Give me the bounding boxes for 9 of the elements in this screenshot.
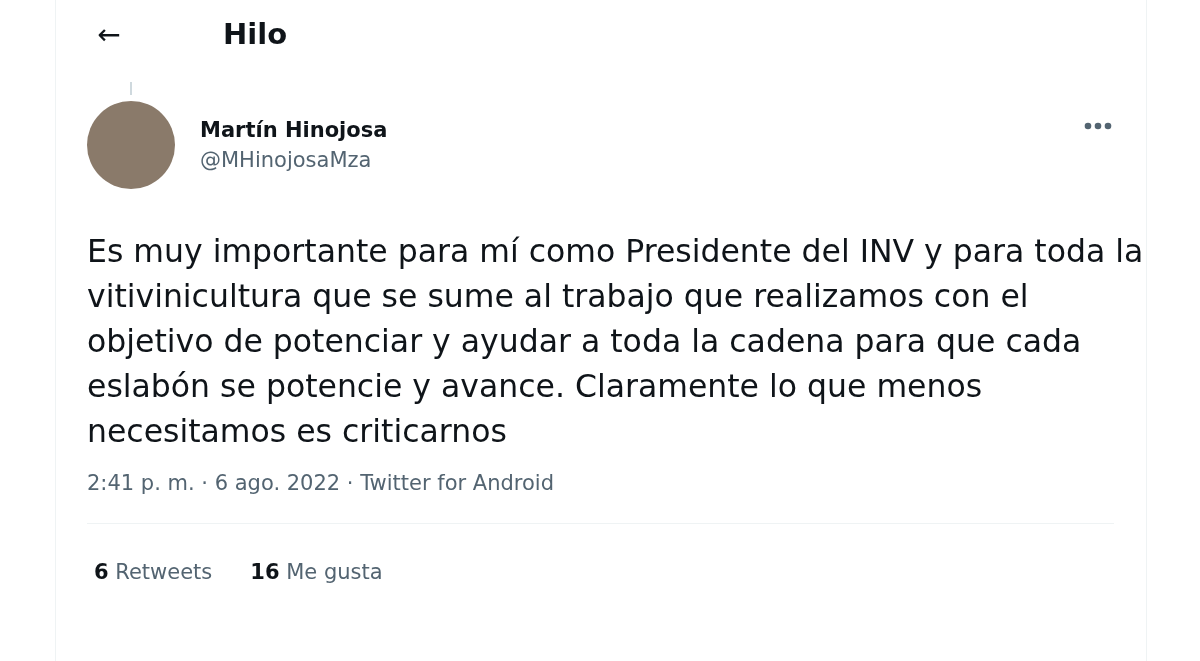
- tweet-text: Es muy importante para mí como Presidente del INV y para toda la vitivinicultura que se sume al trabajo que realizamos con el objetivo de potenciar y ayudar a toda la cadena para que cada eslabón se potencie y avance. Claramente lo que menos necesitamos es criticarnos: [87, 232, 1145, 451]
- author-handle[interactable]: @MHinojosaMza: [200, 148, 1084, 172]
- author-name[interactable]: Martín Hinojosa: [200, 118, 1084, 142]
- back-button[interactable]: ←: [89, 17, 129, 51]
- stat-link[interactable]: 6 Retweets: [94, 560, 213, 584]
- page-title: Hilo: [223, 17, 288, 51]
- tweet-timestamp[interactable]: 2:41 p. m. · 6 ago. 2022 · Twitter for Android: [87, 471, 1114, 495]
- more-icon[interactable]: [1084, 122, 1112, 130]
- stat-link[interactable]: 16 Me gusta: [250, 560, 383, 584]
